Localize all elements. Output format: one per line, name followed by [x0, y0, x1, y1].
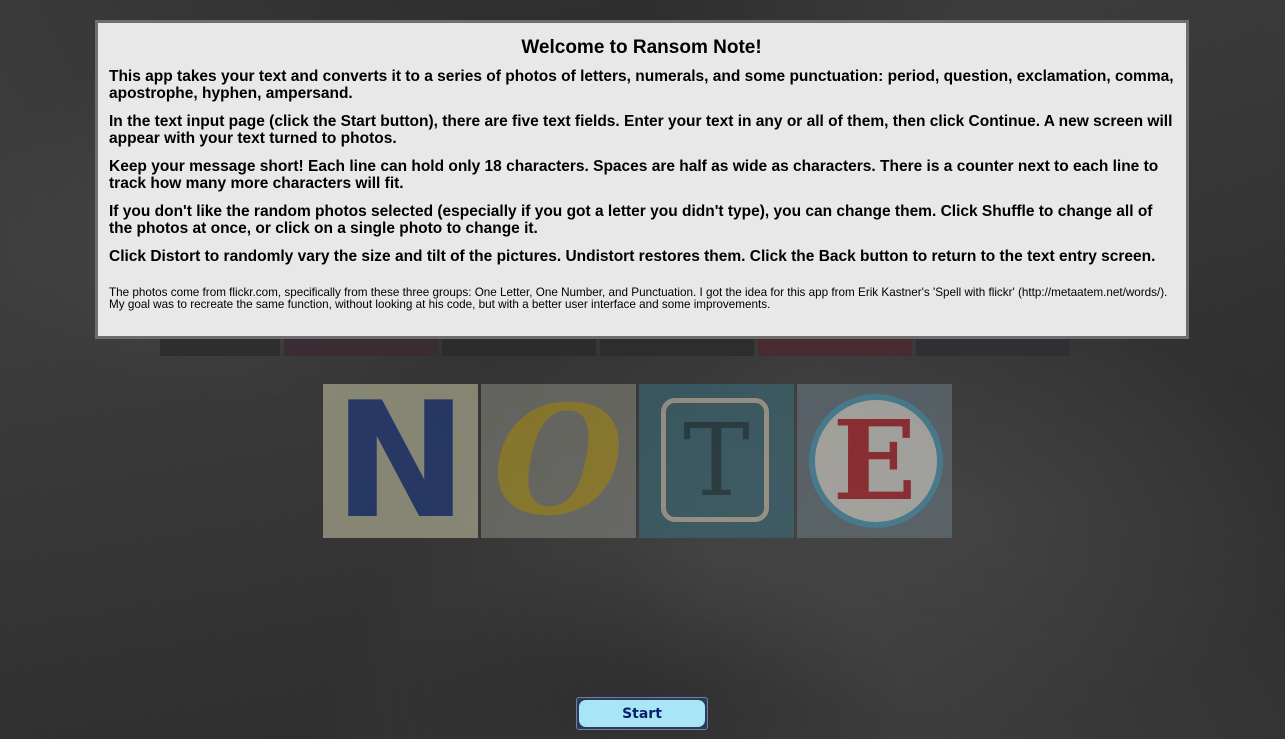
dialog-paragraph: In the text input page (click the Start … — [109, 113, 1173, 147]
letter-glyph: E — [832, 396, 917, 525]
letter-photo-t: T — [639, 384, 794, 538]
letter-photo-o: O — [481, 384, 636, 538]
letter-glyph: N — [333, 384, 468, 538]
dialog-paragraph: If you don't like the random photos sele… — [109, 203, 1153, 237]
dialog-title: Welcome to Ransom Note! — [521, 37, 762, 58]
note-letter-photos: N O T E — [323, 384, 952, 538]
letter-glyph: O — [493, 384, 624, 538]
welcome-dialog: Welcome to Ransom Note! This app takes y… — [95, 20, 1189, 339]
credit-text: The photos come from flickr.com, specifi… — [109, 286, 1168, 311]
letter-glyph: T — [683, 402, 750, 519]
dialog-paragraph: Keep your message short! Each line can h… — [109, 158, 1159, 192]
letter-photo-e: E — [797, 384, 952, 538]
start-button-label: Start — [579, 700, 705, 727]
start-button[interactable]: Start — [576, 697, 708, 730]
dialog-paragraph: Click Distort to randomly vary the size … — [109, 248, 1156, 265]
dialog-paragraph: This app takes your text and converts it… — [109, 68, 1174, 102]
letter-photo-n: N — [323, 384, 478, 538]
